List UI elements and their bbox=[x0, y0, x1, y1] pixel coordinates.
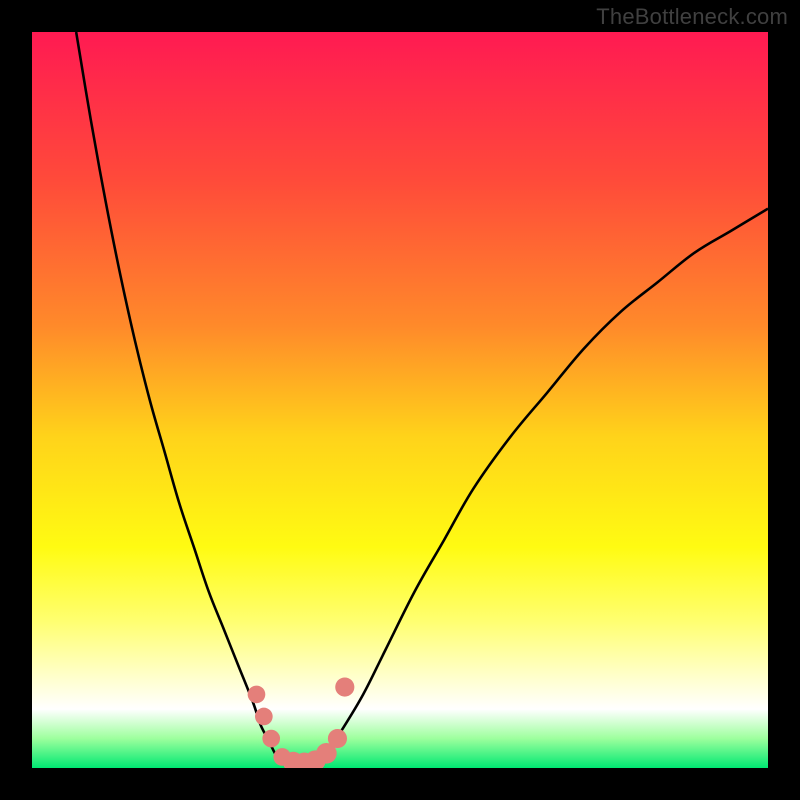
chart-frame: TheBottleneck.com bbox=[0, 0, 800, 800]
highlight-dot bbox=[248, 686, 266, 704]
highlight-dot bbox=[335, 677, 354, 696]
left-branch-curve bbox=[76, 32, 275, 753]
highlight-dot bbox=[262, 730, 280, 748]
watermark-text: TheBottleneck.com bbox=[596, 4, 788, 30]
curve-layer bbox=[32, 32, 768, 768]
highlight-dot bbox=[328, 729, 347, 748]
highlight-dot bbox=[255, 708, 273, 726]
plot-area bbox=[32, 32, 768, 768]
right-branch-curve bbox=[326, 209, 768, 754]
highlight-dots bbox=[248, 677, 355, 768]
